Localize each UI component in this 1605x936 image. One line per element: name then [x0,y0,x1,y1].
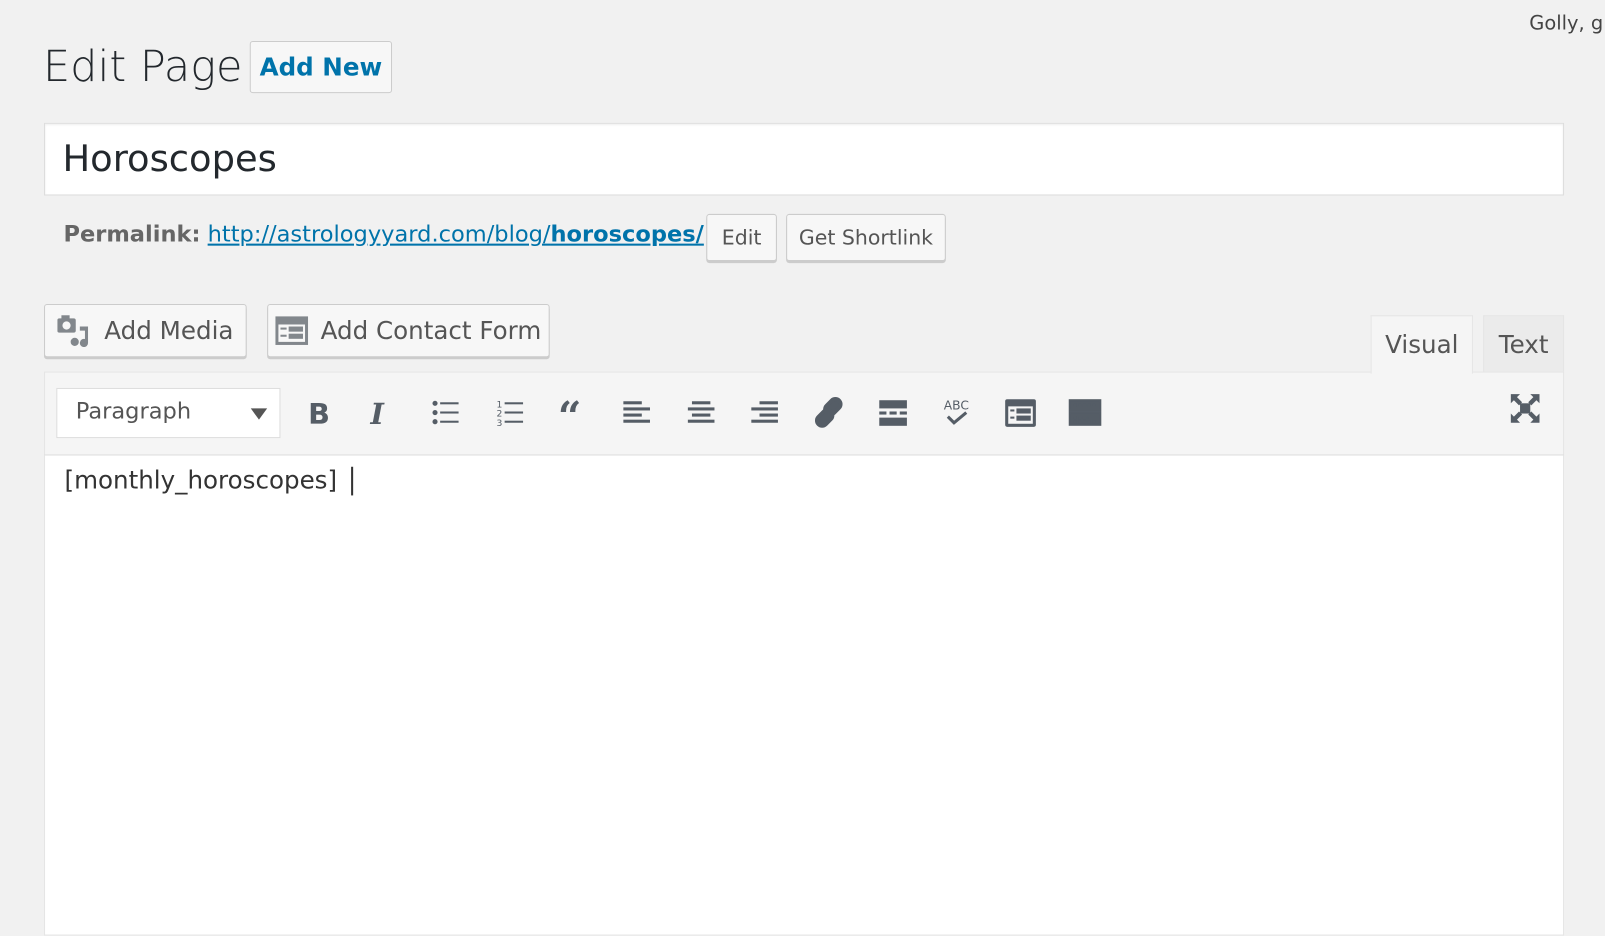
toolbar-toggle-icon[interactable] [1065,392,1106,433]
contact-form-icon [275,316,309,345]
permalink-link[interactable]: http://astrologyyard.com/blog/horoscopes… [208,222,704,248]
greeting-text[interactable]: Golly, g [1529,12,1603,35]
read-more-icon[interactable] [872,392,913,433]
format-select[interactable]: Paragraph [56,387,281,439]
permalink-label: Permalink: [63,222,201,248]
edit-permalink-button[interactable]: Edit [706,213,777,262]
add-contact-form-label: Add Contact Form [320,316,542,345]
numbered-list-icon[interactable]: 123 [489,392,530,433]
align-right-icon[interactable] [744,392,785,433]
editor-content[interactable]: [monthly_horoscopes] [44,454,1565,936]
svg-text:ABC: ABC [944,398,969,412]
svg-text:I: I [370,397,386,429]
align-left-icon[interactable] [616,392,657,433]
add-media-button[interactable]: Add Media [44,304,247,358]
bulleted-list-icon[interactable] [425,392,466,433]
editor-text: [monthly_horoscopes] [64,465,338,495]
tab-visual[interactable]: Visual [1370,315,1473,374]
title-input[interactable]: Horoscopes [44,122,1565,196]
media-icon [57,315,88,348]
get-shortlink-button[interactable]: Get Shortlink [786,213,946,262]
spellcheck-icon[interactable]: ABC [937,392,978,433]
italic-icon[interactable]: I [360,392,401,433]
add-new-button[interactable]: Add New [249,40,393,94]
permalink-base: http://astrologyyard.com/blog/ [207,222,551,248]
permalink: Permalink: http://astrologyyard.com/blog… [63,222,703,248]
link-icon[interactable] [809,392,850,433]
svg-text:3: 3 [496,418,502,429]
chevron-down-icon [250,408,268,420]
bold-icon[interactable]: B [297,392,338,433]
add-media-label: Add Media [104,316,234,345]
tab-text[interactable]: Text [1483,315,1565,373]
format-select-value: Paragraph [75,399,192,425]
add-contact-form-button[interactable]: Add Contact Form [267,304,550,358]
contact-form-icon[interactable] [1000,392,1041,433]
page-title: Edit Page [42,40,243,92]
blockquote-icon[interactable]: “ [553,392,594,433]
align-center-icon[interactable] [681,392,722,433]
fullscreen-icon[interactable] [1505,388,1546,429]
permalink-slug: horoscopes/ [550,222,704,248]
text-cursor [351,466,354,496]
svg-text:“: “ [558,396,582,429]
svg-text:B: B [308,397,330,429]
